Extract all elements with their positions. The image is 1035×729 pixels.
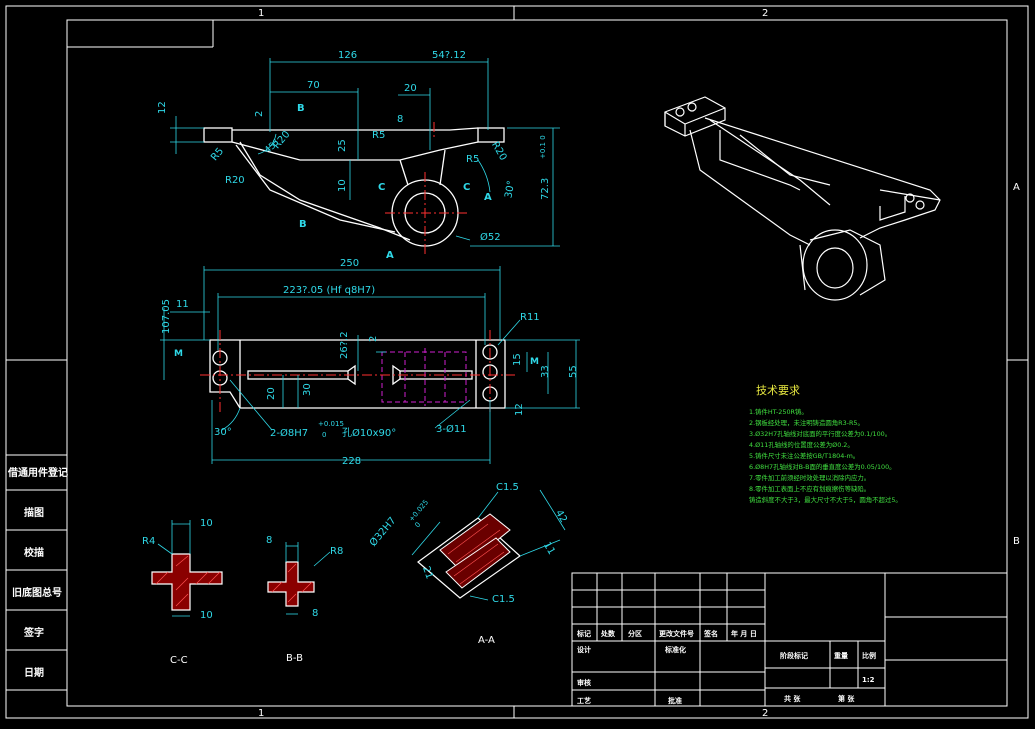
dim-250: 250 [340,258,359,269]
zone-top-2: 2 [762,8,768,19]
dim-25: 25 [337,139,348,152]
tech-title: 技术要求 [756,384,800,397]
mark-m-right: M [530,357,539,367]
tech-note-8: 8.零件加工表面上不应有划痕擦伤等缺陷。 [749,484,870,493]
bb-dim-r8: R8 [330,546,343,557]
note-2-d8h7: 2-Ø8H7 [270,427,308,439]
dim-223-05: 223?.05 (Hf q8H7) [283,285,375,296]
cc-dim-10-top: 10 [200,518,213,529]
aa-dim-c1-5-bottom: C1.5 [492,594,515,605]
aa-label: A-A [478,635,495,646]
dim-r11: R11 [520,312,540,323]
tb-design: 设计 [577,645,591,654]
tech-note-2: 2.钢板经处理，未注明铸造圆角R3-R5。 [749,418,864,427]
dim-54-12: 54?.12 [432,50,466,61]
section-mark-c-right: C [463,182,470,193]
section-mark-b-bottom: B [299,219,307,230]
dim-r20-b: R20 [225,175,245,186]
section-mark-c-left: C [378,182,385,193]
zone-bottom-2: 2 [762,708,768,719]
dim-r5-a: R5 [372,130,385,141]
dim-33: 33 [540,365,551,378]
tb-col-zone: 分区 [628,629,642,638]
cc-dim-10-bottom: 10 [200,610,213,621]
cad-drawing-sheet: 1 2 1 2 A B 126 54?.12 70 20 8 12 2 25 1… [0,0,1035,729]
tb-col-date: 年 月 日 [731,629,757,638]
note-3-d11: 3-Ø11 [436,423,467,435]
tb-process: 工艺 [577,696,591,705]
aa-dim-c1-5-top: C1.5 [496,482,519,493]
dim-55: 55 [568,365,579,378]
dim-2: 2 [368,336,379,342]
zone-right-a: A [1013,182,1020,193]
tb-scale-label: 比例 [862,651,876,660]
cc-label: C-C [170,655,188,666]
tech-note-9: 铸造斜度不大于3，最大尺寸不大于5，圆角不超过5。 [749,495,902,504]
dim-11: 11 [176,299,189,310]
bb-dim-8-bottom: 8 [312,608,318,619]
dim-72-3: 72.3 [540,178,551,200]
mark-m-left: M [174,349,183,359]
dim-26-2: 26?.2 [339,331,350,359]
zone-right-b: B [1013,536,1020,547]
zone-bottom-1: 1 [258,708,264,719]
dim-d52: Ø52 [480,231,501,243]
tech-note-4: 4.Ø11孔轴线的位置度公差为Ø0.2。 [749,440,854,449]
dim-126: 126 [338,50,357,61]
tech-note-6: 6.Ø8H7孔轴线对B-B面的垂直度公差为0.05/100。 [749,462,896,471]
cc-dim-r4: R4 [142,536,155,547]
tech-note-3: 3.Ø32H7孔轴线对底面的平行度公差为0.1/100。 [749,429,891,438]
dim-12: 12 [514,403,525,416]
zone-top-1: 1 [258,8,264,19]
tol-d8h7-upper: +0.015 [318,420,344,428]
bb-label: B-B [286,653,303,664]
tb-weight: 重量 [834,651,848,660]
tech-note-5: 5.铸件尺寸未注公差按GB/T1804-m。 [749,451,859,460]
dim-12: 12 [157,101,168,114]
section-mark-a-left: A [386,250,394,261]
tb-standardization: 标准化 [664,645,686,654]
dim-2: 2 [254,111,265,117]
tb-col-signature: 签名 [703,629,718,638]
tb-col-count: 处数 [600,629,616,638]
bb-dim-8-top: 8 [266,535,272,546]
dim-20: 20 [266,387,277,400]
note-d10x90: 孔Ø10x90° [342,427,396,439]
stamp-label-5: 日期 [24,666,44,679]
tb-approve: 批准 [668,696,682,705]
tech-note-1: 1.铸件HT-250R铸。 [749,407,808,416]
dim-107-05: 107.05 [161,299,172,334]
stamp-label-0: 借通用件登记 [7,466,68,479]
dim-8: 8 [397,114,403,125]
tb-scale-value: 1:2 [862,676,875,684]
tb-col-mark: 标记 [576,629,591,638]
section-mark-a-right: A [484,192,492,203]
tol-d8h7-lower: 0 [322,431,326,439]
dim-15: 15 [512,353,523,366]
dim-228: 228 [342,456,361,467]
tb-sheets-total: 共 张 [784,694,801,703]
stamp-label-1: 描图 [24,506,44,519]
dim-10: 10 [337,179,348,192]
dim-30: 30 [302,383,313,396]
tb-check: 审核 [577,678,591,687]
dim-20: 20 [404,83,417,94]
stamp-label-2: 校描 [24,546,44,559]
section-mark-b-top: B [297,103,305,114]
dim-70: 70 [307,80,320,91]
stamp-label-3: 旧底图总号 [12,586,62,599]
tb-sheet-number: 第 张 [838,694,855,703]
dim-72-3-tol: +0.1 0 [539,135,547,159]
stamp-label-4: 签字 [23,626,44,639]
dim-30deg: 30° [214,427,232,438]
tech-note-7: 7.零件加工前须经时效处理以消除内应力。 [749,473,870,482]
tb-col-change-doc: 更改文件号 [659,629,694,638]
tb-stage-mark: 阶段标记 [780,651,808,660]
dim-r5-b: R5 [466,154,479,165]
